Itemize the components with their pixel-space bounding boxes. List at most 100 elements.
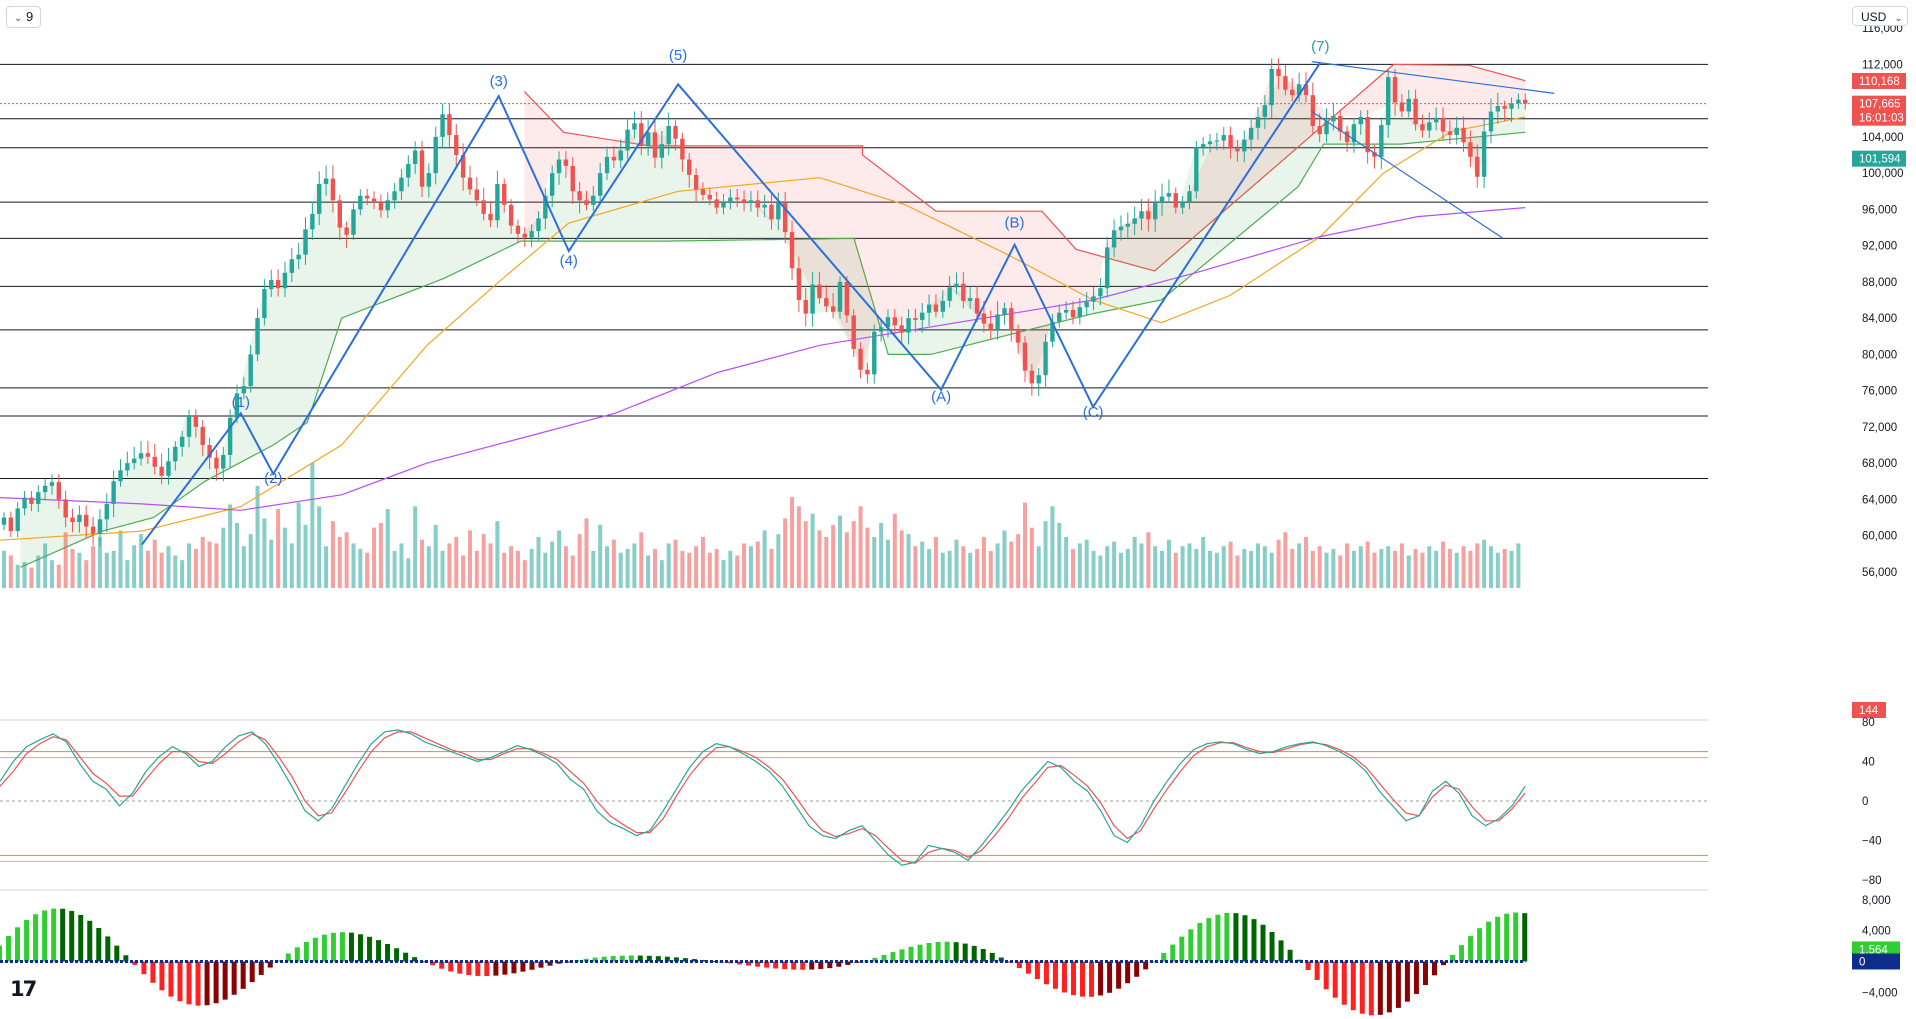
macd-histogram-bar xyxy=(1098,961,1104,996)
candle-body xyxy=(714,199,719,208)
candle-body xyxy=(762,204,767,208)
macd-histogram-bar xyxy=(330,932,336,962)
candle-body xyxy=(193,416,199,427)
candle-body xyxy=(248,354,253,387)
candle-body xyxy=(467,177,473,190)
candle-body xyxy=(988,323,993,330)
volume-bar xyxy=(1358,546,1363,588)
candle-body xyxy=(666,126,671,145)
price-tick-label: 76,000 xyxy=(1862,386,1897,398)
volume-bar xyxy=(1427,546,1432,588)
volume-bar xyxy=(975,549,980,588)
candle-body xyxy=(1187,191,1192,203)
candle-body xyxy=(1091,296,1096,302)
price-chart[interactable]: (1)(2)(3)(4)(5)(A)(B)(C)(7) 116,000112,0… xyxy=(0,0,1916,1019)
candle-body xyxy=(1255,116,1261,128)
candle-body xyxy=(1461,127,1466,143)
volume-bar xyxy=(783,518,788,588)
volume-bar xyxy=(1434,550,1439,588)
candle-body xyxy=(1173,193,1178,208)
macd-histogram-bar xyxy=(1404,961,1410,1002)
price-tick-label: 84,000 xyxy=(1862,313,1897,325)
price-axis[interactable]: 116,000112,000108,000104,000100,00096,00… xyxy=(1708,0,1916,1019)
volume-bar xyxy=(481,534,486,588)
volume-bar xyxy=(385,509,390,588)
macd-histogram-bar xyxy=(1134,961,1140,977)
volume-bar xyxy=(1379,549,1384,588)
volume-bar xyxy=(324,546,329,588)
candle-body xyxy=(49,482,55,486)
macd-histogram-bar xyxy=(1341,961,1347,1005)
candle-body xyxy=(1036,375,1041,384)
volume-bar xyxy=(1029,527,1034,588)
candle-body xyxy=(1385,77,1391,126)
currency-selector[interactable]: USD ⌄ xyxy=(1852,6,1908,26)
volume-bar xyxy=(1475,543,1480,588)
candle-body xyxy=(15,508,20,532)
tradingview-logo[interactable]: 17 xyxy=(10,977,37,1001)
candle-body xyxy=(125,463,130,471)
candle-body xyxy=(330,178,336,201)
candle-body xyxy=(933,304,939,312)
candle-body xyxy=(426,173,432,187)
candle-body xyxy=(42,485,48,493)
volume-bar xyxy=(817,530,822,588)
candle-body xyxy=(591,195,596,205)
price-tick-label: 100,000 xyxy=(1862,168,1904,180)
candle-body xyxy=(282,272,288,289)
volume-bar xyxy=(15,564,20,588)
macd-histogram-bar xyxy=(1080,961,1086,997)
candle-body xyxy=(1324,121,1329,135)
volume-bar xyxy=(1235,555,1240,588)
candle-body xyxy=(645,132,651,146)
candle-body xyxy=(502,184,507,205)
volume-bar xyxy=(296,502,301,588)
macd-histogram-bar xyxy=(348,932,354,962)
candle-body xyxy=(378,202,384,211)
macd-histogram-bar xyxy=(908,946,914,962)
candle-body xyxy=(1200,144,1206,148)
volume-bar xyxy=(317,506,322,588)
candle-body xyxy=(1057,312,1062,322)
volume-bar xyxy=(173,555,178,588)
volume-bar xyxy=(1393,550,1398,588)
candle-body xyxy=(625,129,630,151)
candle-body xyxy=(1029,370,1035,384)
macd-histogram-bar xyxy=(394,948,400,962)
volume-bar xyxy=(598,524,603,588)
macd-histogram-bar xyxy=(69,910,75,962)
volume-bar xyxy=(282,527,287,588)
volume-bar xyxy=(837,515,842,588)
candle-body xyxy=(920,312,925,320)
volume-bar xyxy=(735,555,740,588)
candle-body xyxy=(111,481,116,504)
macd-histogram-bar xyxy=(466,961,472,976)
candle-body xyxy=(926,304,932,313)
macd-histogram-bar xyxy=(1251,919,1257,962)
volume-bar xyxy=(1214,552,1219,588)
volume-bar xyxy=(406,558,411,588)
candle-body xyxy=(796,268,802,300)
volume-bar xyxy=(1365,541,1370,588)
volume-bar xyxy=(673,539,678,588)
candle-body xyxy=(138,453,144,459)
volume-bar xyxy=(1345,543,1350,588)
macd-histogram-bar xyxy=(358,934,364,962)
volume-bar xyxy=(337,536,342,588)
macd-histogram-bar xyxy=(980,948,986,962)
macd-histogram-bar xyxy=(1188,929,1194,962)
interval-selector[interactable]: ⌄ 9 xyxy=(6,6,42,28)
volume-bar xyxy=(29,567,34,588)
volume-bar xyxy=(591,550,596,588)
volume-bar xyxy=(214,543,219,588)
chevron-down-icon: ⌄ xyxy=(14,13,23,24)
price-tick-label: 112,000 xyxy=(1862,59,1903,71)
volume-bar xyxy=(728,550,733,588)
candle-body xyxy=(830,306,836,312)
candle-body xyxy=(29,497,34,504)
macd-histogram-bar xyxy=(1052,961,1058,989)
volume-bar xyxy=(1023,502,1028,588)
candle-body xyxy=(1043,341,1048,376)
candle-body xyxy=(1290,89,1295,96)
candle-body xyxy=(515,225,521,234)
